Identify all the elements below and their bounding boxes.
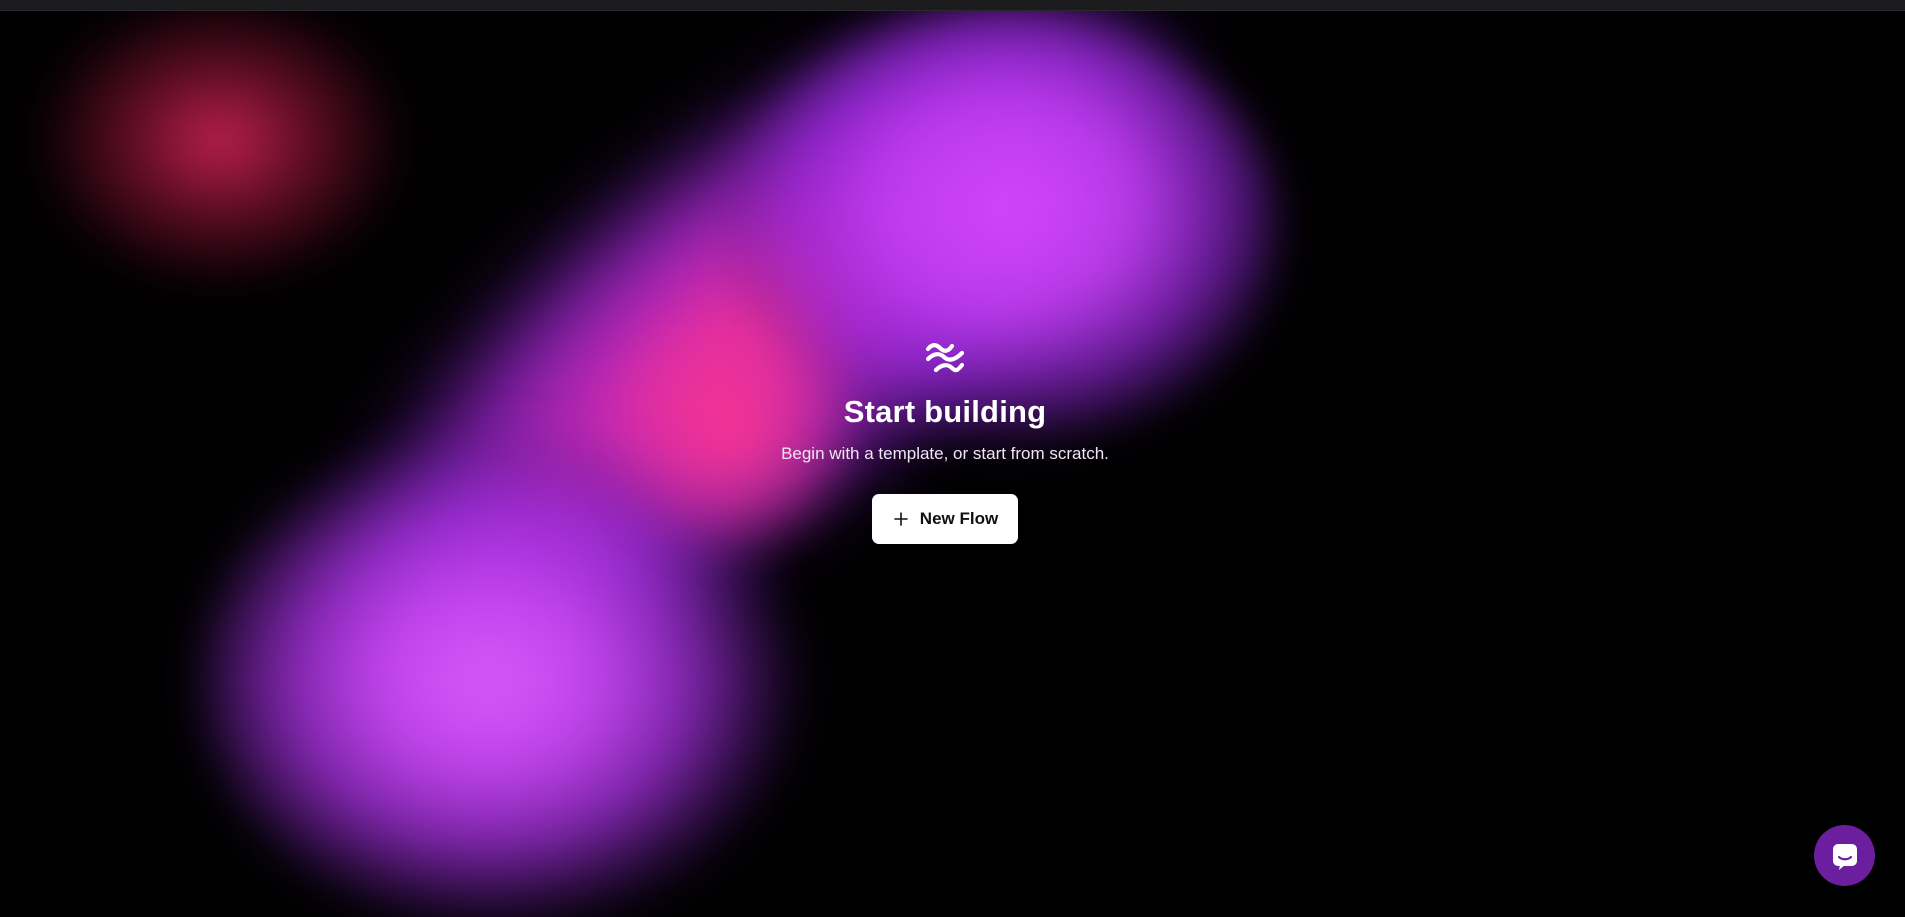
new-flow-button-label: New Flow <box>919 509 999 528</box>
langflow-wave-icon <box>925 343 965 373</box>
plus-icon <box>893 512 908 526</box>
page-title: Start building <box>843 394 1047 429</box>
background-glow-red <box>30 0 410 290</box>
browser-top-bar <box>0 0 1905 11</box>
new-flow-button[interactable]: New Flow <box>871 494 1019 544</box>
chat-bubble-icon <box>1832 843 1857 870</box>
page-subtitle: Begin with a template, or start from scr… <box>781 444 1109 463</box>
hero-section: Start building Begin with a template, or… <box>0 340 1890 544</box>
chat-launcher-button[interactable] <box>1814 825 1875 886</box>
empty-flows-page: Start building Begin with a template, or… <box>0 0 1905 917</box>
